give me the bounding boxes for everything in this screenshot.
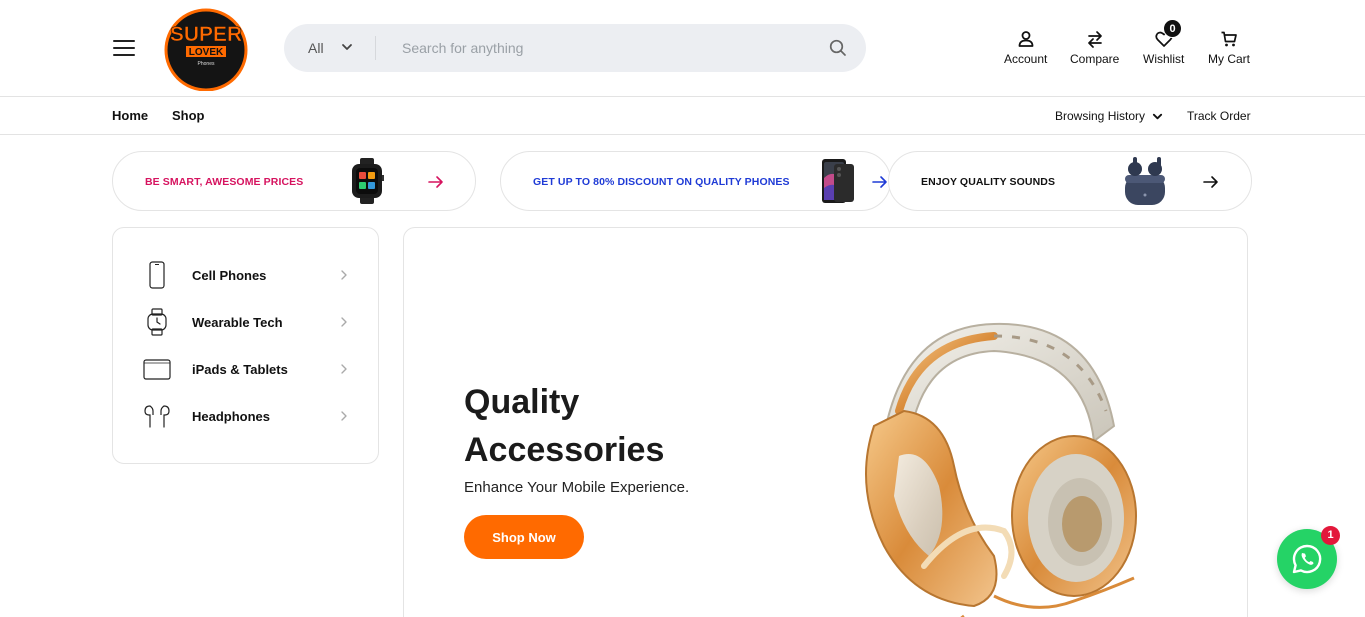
wishlist-button[interactable]: Wishlist 0: [1143, 19, 1185, 66]
watch-icon: [147, 308, 167, 336]
nav-shop[interactable]: Shop: [172, 108, 205, 123]
main-nav: Home Shop Browsing History Track Order: [0, 97, 1365, 135]
svg-text:SUPER: SUPER: [170, 23, 242, 46]
chevron-right-icon: [341, 364, 347, 374]
promo-text: ENJOY QUALITY SOUNDS: [921, 176, 1056, 188]
search-divider: [375, 36, 376, 60]
arrow-right-icon: [872, 176, 887, 188]
account-button[interactable]: Account: [1004, 30, 1047, 66]
category-label: Headphones: [192, 409, 271, 424]
hero-title-line1: Quality: [464, 383, 580, 421]
smartphone-image: [822, 159, 854, 203]
phone-icon: [149, 261, 165, 289]
user-icon: [1018, 31, 1034, 47]
hero-title: Quality Accessories: [464, 378, 764, 474]
chevron-down-icon[interactable]: [341, 41, 353, 53]
chat-notification-badge: 1: [1321, 526, 1340, 545]
category-headphones[interactable]: Headphones: [143, 398, 353, 434]
category-label: Cell Phones: [192, 268, 267, 283]
cart-button[interactable]: My Cart: [1208, 30, 1250, 66]
category-menu: Cell Phones Wearable Tech iPads & Tablet…: [112, 227, 379, 464]
whatsapp-icon: [1292, 544, 1322, 574]
browsing-history-label: Browsing History: [1055, 109, 1146, 123]
menu-icon[interactable]: [113, 40, 135, 56]
nav-home[interactable]: Home: [112, 108, 148, 123]
svg-text:LOVEK: LOVEK: [189, 47, 224, 58]
category-ipads-tablets[interactable]: iPads & Tablets: [143, 351, 353, 387]
hero-title-line2: Accessories: [464, 431, 665, 469]
wishlist-count-badge: 0: [1163, 19, 1182, 38]
promo-text: GET UP TO 80% DISCOUNT ON QUALITY PHONES: [533, 176, 790, 188]
shop-now-button[interactable]: Shop Now: [464, 515, 584, 559]
compare-label: Compare: [1070, 52, 1120, 66]
promo-card-phones[interactable]: GET UP TO 80% DISCOUNT ON QUALITY PHONES: [500, 151, 891, 211]
account-label: Account: [1004, 52, 1048, 66]
search-input[interactable]: [402, 24, 802, 72]
chevron-right-icon: [341, 317, 347, 327]
chevron-down-icon: [1153, 114, 1163, 120]
wishlist-label: Wishlist: [1143, 52, 1185, 66]
category-label: iPads & Tablets: [192, 362, 288, 377]
promo-card-smart[interactable]: BE SMART, AWESOME PRICES: [112, 151, 476, 211]
search-icon[interactable]: [829, 39, 847, 57]
smartwatch-image: [352, 158, 384, 204]
search-category-select[interactable]: All: [308, 24, 324, 72]
super-lovek-logo[interactable]: SUPER LOVEK Phones: [162, 5, 250, 91]
compare-icon: [1087, 31, 1102, 48]
svg-text:Phones: Phones: [198, 61, 215, 67]
cart-icon: [1221, 31, 1237, 47]
track-order-link[interactable]: Track Order: [1187, 109, 1251, 123]
browsing-history-menu[interactable]: Browsing History: [1055, 109, 1163, 123]
chevron-right-icon: [341, 270, 347, 280]
promo-card-sounds[interactable]: ENJOY QUALITY SOUNDS: [888, 151, 1252, 211]
whatsapp-chat-button[interactable]: 1: [1277, 526, 1340, 589]
site-header: SUPER LOVEK Phones All Account Compare W…: [0, 0, 1365, 97]
arrow-right-icon: [1203, 176, 1218, 188]
tablet-icon: [143, 359, 171, 380]
hero-banner: Quality Accessories Enhance Your Mobile …: [403, 227, 1248, 617]
promo-text: BE SMART, AWESOME PRICES: [145, 176, 304, 188]
compare-button[interactable]: Compare: [1070, 30, 1119, 66]
category-label: Wearable Tech: [192, 315, 283, 330]
earbuds-case-image: [1125, 157, 1165, 205]
category-wearable-tech[interactable]: Wearable Tech: [143, 304, 353, 340]
earbuds-icon: [144, 405, 170, 428]
search-bar: All: [284, 24, 866, 72]
category-cell-phones[interactable]: Cell Phones: [143, 257, 353, 293]
headphones-image: [865, 322, 1137, 617]
arrow-right-icon: [428, 176, 443, 188]
cart-label: My Cart: [1208, 52, 1250, 66]
hero-subtitle: Enhance Your Mobile Experience.: [464, 479, 690, 496]
chevron-right-icon: [341, 411, 347, 421]
